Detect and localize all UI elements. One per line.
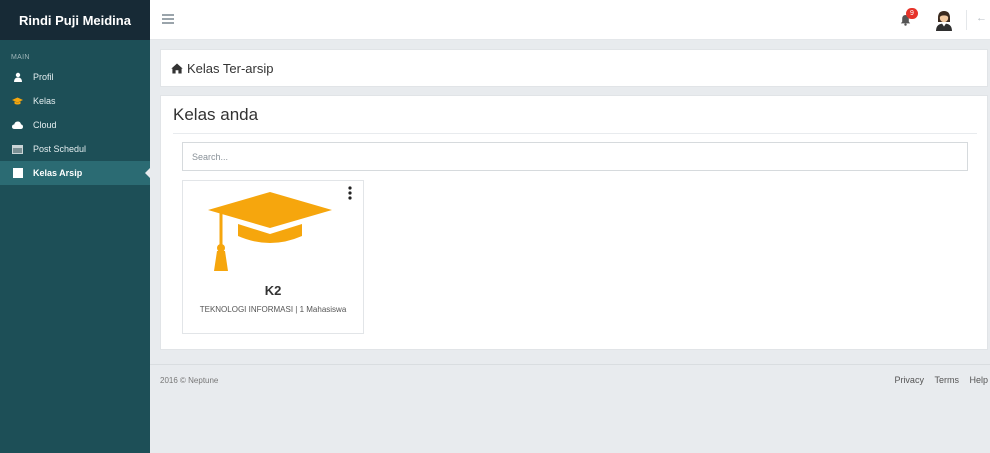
graduation-cap-icon <box>12 96 23 107</box>
sidebar-item-kelas[interactable]: Kelas <box>0 89 150 113</box>
class-panel: Kelas anda K2 TEKNOLOGI INFORMASI | 1 Ma… <box>160 95 988 350</box>
sidebar-item-label: Post Schedul <box>33 144 87 154</box>
notification-badge: 9 <box>906 8 918 19</box>
class-card[interactable]: K2 TEKNOLOGI INFORMASI | 1 Mahasiswa <box>182 180 364 334</box>
page-title: Kelas Ter-arsip <box>187 60 274 76</box>
sidebar-item-kelas-arsip[interactable]: Kelas Arsip <box>0 161 150 185</box>
search-input[interactable] <box>182 142 968 171</box>
sidebar-item-label: Kelas <box>33 96 56 106</box>
panel-title: Kelas anda <box>173 105 259 124</box>
divider <box>173 133 977 134</box>
footer-copyright: 2016 © Neptune <box>160 376 219 385</box>
arrow-left-icon[interactable]: ← <box>976 12 987 24</box>
sidebar-item-label: Cloud <box>33 120 57 130</box>
archive-icon <box>12 168 23 179</box>
footer-links: Privacy Terms Help <box>886 375 988 385</box>
more-options-icon[interactable] <box>347 186 353 200</box>
brand-name[interactable]: Rindi Puji Meidina <box>0 0 150 40</box>
hamburger-menu-icon[interactable] <box>162 14 174 24</box>
graduation-cap-icon <box>205 187 335 271</box>
avatar[interactable] <box>934 9 954 31</box>
top-bar: 9 ← <box>150 0 990 40</box>
card-title: K2 <box>264 283 282 298</box>
user-icon <box>12 72 23 83</box>
sidebar-item-cloud[interactable]: Cloud <box>0 113 150 137</box>
sidebar-item-label: Kelas Arsip <box>33 168 83 178</box>
footer-divider <box>150 364 990 365</box>
divider <box>966 10 967 30</box>
card-meta: TEKNOLOGI INFORMASI | 1 Mahasiswa <box>199 305 347 314</box>
sidebar-section-label: MAIN <box>11 54 30 61</box>
footer-link-terms[interactable]: Terms <box>934 375 959 385</box>
sidebar-item-label: Profil <box>33 72 54 82</box>
content-area: Kelas Ter-arsip Kelas anda K2 TEKNOLOGI … <box>150 40 990 453</box>
sidebar-item-post-schedul[interactable]: Post Schedul <box>0 137 150 161</box>
cloud-icon <box>12 120 23 131</box>
breadcrumb: Kelas Ter-arsip <box>160 49 988 87</box>
footer-link-help[interactable]: Help <box>969 375 988 385</box>
calendar-icon <box>12 144 23 155</box>
sidebar: Rindi Puji Meidina MAIN Profil Kelas Clo… <box>0 0 150 453</box>
footer-link-privacy[interactable]: Privacy <box>894 375 924 385</box>
home-icon <box>171 63 183 74</box>
sidebar-item-profil[interactable]: Profil <box>0 65 150 89</box>
